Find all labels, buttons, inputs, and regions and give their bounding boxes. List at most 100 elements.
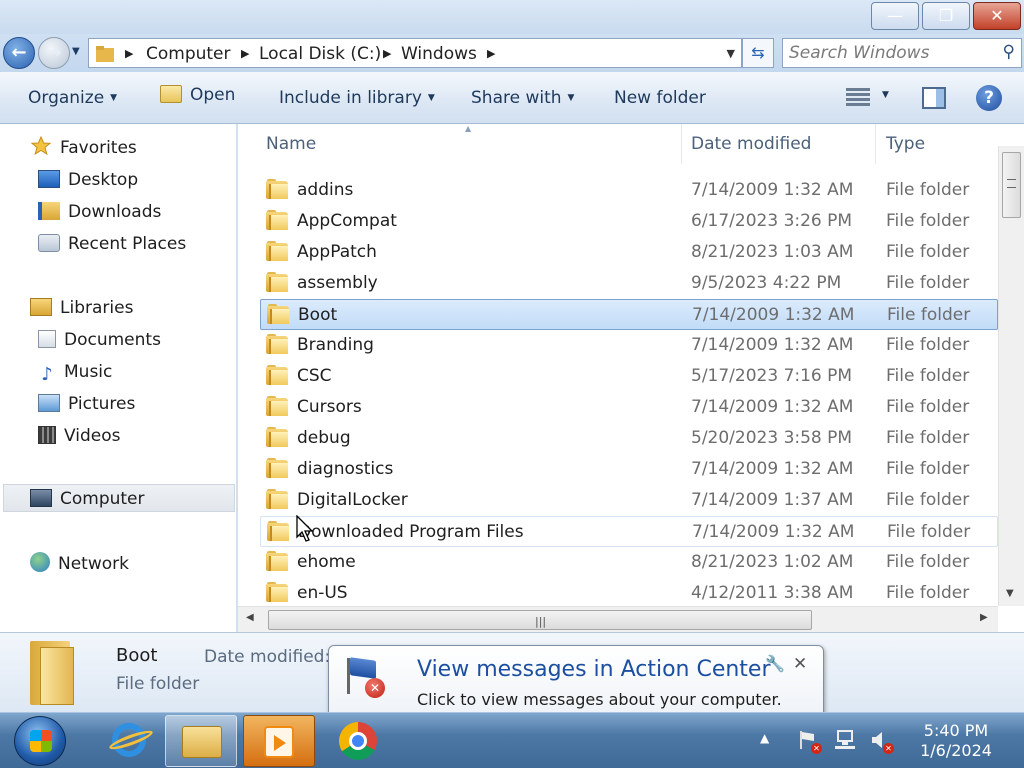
column-header-date-modified[interactable]: Date modified xyxy=(691,134,811,154)
column-divider[interactable] xyxy=(875,124,876,164)
nav-pictures[interactable]: Pictures xyxy=(38,390,135,418)
horizontal-scrollbar[interactable]: ◀ ||| ▶ xyxy=(238,606,998,632)
new-folder-label: New folder xyxy=(614,88,706,108)
vertical-scrollbar[interactable]: ▼ xyxy=(998,146,1024,606)
file-row[interactable]: Downloaded Program Files 7/14/2009 1:32 A… xyxy=(260,516,998,547)
file-row[interactable]: Branding 7/14/2009 1:32 AM File folder xyxy=(260,330,998,361)
notification-close-button[interactable]: ✕ xyxy=(793,654,807,674)
breadcrumb-local-disk[interactable]: Local Disk (C:) xyxy=(259,44,381,64)
breadcrumb-computer[interactable]: Computer xyxy=(146,44,231,64)
column-divider[interactable] xyxy=(681,124,682,164)
search-icon[interactable]: ⚲ xyxy=(1003,42,1015,62)
folder-icon xyxy=(266,272,288,292)
breadcrumb-separator-icon[interactable]: ▶ xyxy=(241,47,249,60)
forward-button[interactable]: → xyxy=(38,37,70,69)
file-row[interactable]: AppPatch 8/21/2023 1:03 AM File folder xyxy=(260,237,998,268)
nav-music[interactable]: ♪ Music xyxy=(38,358,112,386)
nav-desktop[interactable]: Desktop xyxy=(38,166,138,194)
maximize-button[interactable]: ❐ xyxy=(922,2,970,30)
open-button[interactable]: Open xyxy=(160,85,235,105)
file-name: AppPatch xyxy=(297,242,377,262)
view-options-dropdown-icon[interactable]: ▼ xyxy=(882,90,889,100)
file-name: AppCompat xyxy=(297,211,397,231)
nav-favorites[interactable]: Favorites xyxy=(30,134,137,162)
show-hidden-icons-button[interactable]: ▲ xyxy=(760,731,769,745)
file-name: Downloaded Program Files xyxy=(298,522,524,542)
nav-libraries[interactable]: Libraries xyxy=(30,294,133,322)
share-with-button[interactable]: Share with ▼ xyxy=(471,88,574,108)
taskbar-clock[interactable]: 5:40 PM 1/6/2024 xyxy=(904,721,1008,761)
back-button[interactable]: ← xyxy=(3,37,35,69)
action-center-notification[interactable]: ✕ View messages in Action Center Click t… xyxy=(328,645,824,721)
change-view-icon[interactable] xyxy=(846,86,870,108)
nav-downloads[interactable]: Downloads xyxy=(38,198,161,226)
file-name: CSC xyxy=(297,366,332,386)
file-row[interactable]: debug 5/20/2023 3:58 PM File folder xyxy=(260,423,998,454)
taskbar-chrome[interactable] xyxy=(318,715,390,767)
file-name: Boot xyxy=(298,305,338,325)
start-button[interactable] xyxy=(14,716,66,766)
taskbar-media-player[interactable] xyxy=(243,715,315,767)
breadcrumb-separator-icon[interactable]: ▶ xyxy=(125,47,133,60)
file-row[interactable]: en-US 4/12/2011 3:38 AM File folder xyxy=(260,578,998,609)
videos-icon xyxy=(38,426,56,444)
scroll-down-arrow-icon[interactable]: ▼ xyxy=(1006,588,1014,599)
vertical-scroll-thumb[interactable] xyxy=(1002,152,1021,218)
column-header-type[interactable]: Type xyxy=(886,134,925,154)
close-button[interactable]: ✕ xyxy=(973,2,1021,30)
include-in-library-button[interactable]: Include in library ▼ xyxy=(279,88,435,108)
nav-videos[interactable]: Videos xyxy=(38,422,121,450)
network-icon xyxy=(30,552,50,572)
nav-computer[interactable]: Computer xyxy=(3,484,235,512)
search-input[interactable] xyxy=(789,42,989,64)
recent-pages-dropdown-icon[interactable]: ▼ xyxy=(72,46,80,57)
new-folder-button[interactable]: New folder xyxy=(614,88,706,108)
file-row[interactable]: Boot 7/14/2009 1:32 AM File folder xyxy=(260,299,998,330)
breadcrumb-windows[interactable]: Windows xyxy=(401,44,477,64)
address-dropdown-icon[interactable]: ▼ xyxy=(727,47,735,60)
nav-network[interactable]: Network xyxy=(30,550,129,578)
file-list: Name Date modified Type ▲ addins 7/14/200… xyxy=(238,124,1024,632)
file-row[interactable]: DigitalLocker 7/14/2009 1:37 AM File folde… xyxy=(260,485,998,516)
windows-logo-icon xyxy=(30,730,52,752)
folder-icon xyxy=(266,365,288,385)
file-row[interactable]: ehome 8/21/2023 1:02 AM File folder xyxy=(260,547,998,578)
help-icon: ? xyxy=(984,88,994,108)
notification-title[interactable]: View messages in Action Center xyxy=(417,657,771,682)
scroll-right-arrow-icon[interactable]: ▶ xyxy=(980,612,988,623)
notification-text[interactable]: Click to view messages about your comput… xyxy=(417,690,782,709)
taskbar-internet-explorer[interactable] xyxy=(90,715,162,767)
star-icon xyxy=(30,136,52,156)
taskbar-windows-explorer[interactable] xyxy=(165,715,237,767)
help-button[interactable]: ? xyxy=(976,85,1002,111)
nav-documents[interactable]: Documents xyxy=(38,326,161,354)
column-header-name[interactable]: Name xyxy=(266,134,316,154)
file-row[interactable]: assembly 9/5/2023 4:22 PM File folder xyxy=(260,268,998,299)
sort-ascending-icon: ▲ xyxy=(465,124,472,133)
address-row: ← → ▼ ▶ Computer ▶ Local Disk (C:) ▶ Win… xyxy=(0,34,1024,72)
volume-tray-icon[interactable]: ✕ xyxy=(870,730,894,754)
file-row[interactable]: AppCompat 6/17/2023 3:26 PM File folder xyxy=(260,206,998,237)
file-type: File folder xyxy=(886,180,970,200)
file-row[interactable]: CSC 5/17/2023 7:16 PM File folder xyxy=(260,361,998,392)
search-box[interactable]: ⚲ xyxy=(782,38,1022,68)
breadcrumb-separator-icon[interactable]: ▶ xyxy=(383,47,391,60)
documents-icon xyxy=(38,330,56,348)
preview-pane-icon[interactable] xyxy=(922,87,946,109)
file-row[interactable]: addins 7/14/2009 1:32 AM File folder xyxy=(260,175,998,206)
file-row[interactable]: Cursors 7/14/2009 1:32 AM File folder xyxy=(260,392,998,423)
refresh-button[interactable]: ⇆ xyxy=(742,38,774,68)
breadcrumb-separator-icon[interactable]: ▶ xyxy=(487,47,495,60)
network-tray-icon[interactable] xyxy=(834,730,856,752)
minimize-button[interactable]: — xyxy=(871,2,919,30)
action-center-flag-icon: ✕ xyxy=(343,656,385,698)
horizontal-scroll-thumb[interactable]: ||| xyxy=(268,610,812,630)
organize-button[interactable]: Organize ▼ xyxy=(28,88,117,108)
scroll-left-arrow-icon[interactable]: ◀ xyxy=(246,612,254,623)
file-row[interactable]: diagnostics 7/14/2009 1:32 AM File folder xyxy=(260,454,998,485)
back-arrow-icon: ← xyxy=(11,42,27,63)
address-bar[interactable]: ▶ Computer ▶ Local Disk (C:) ▶ Windows ▶… xyxy=(88,38,742,68)
action-center-tray-icon[interactable]: ✕ xyxy=(798,730,822,754)
wrench-icon[interactable]: 🔧 xyxy=(765,654,785,673)
nav-recent-places[interactable]: Recent Places xyxy=(38,230,186,258)
